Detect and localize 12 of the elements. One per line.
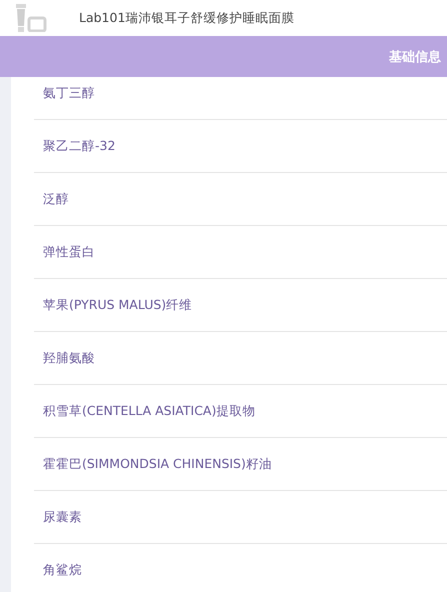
- ingredient-name: 角鲨烷: [43, 562, 82, 578]
- ingredient-name: 苹果(PYRUS MALUS)纤维: [43, 296, 192, 314]
- ingredient-name: 积雪草(CENTELLA ASIATICA)提取物: [43, 402, 256, 420]
- section-title: 基础信息: [389, 48, 441, 66]
- ingredient-name: 弹性蛋白: [43, 244, 95, 260]
- product-title: Lab101瑞沛银耳子舒缓修护睡眠面膜: [79, 10, 294, 26]
- ingredient-name: 羟脯氨酸: [43, 350, 95, 366]
- ingredient-name: 霍霍巴(SIMMONDSIA CHINENSIS)籽油: [43, 456, 272, 472]
- ingredient-name: 尿囊素: [43, 508, 82, 526]
- ingredient-name: 氨丁三醇: [43, 84, 95, 102]
- ingredient-name: 泛醇: [43, 190, 69, 208]
- ingredient-name: 聚乙二醇-32: [43, 138, 116, 154]
